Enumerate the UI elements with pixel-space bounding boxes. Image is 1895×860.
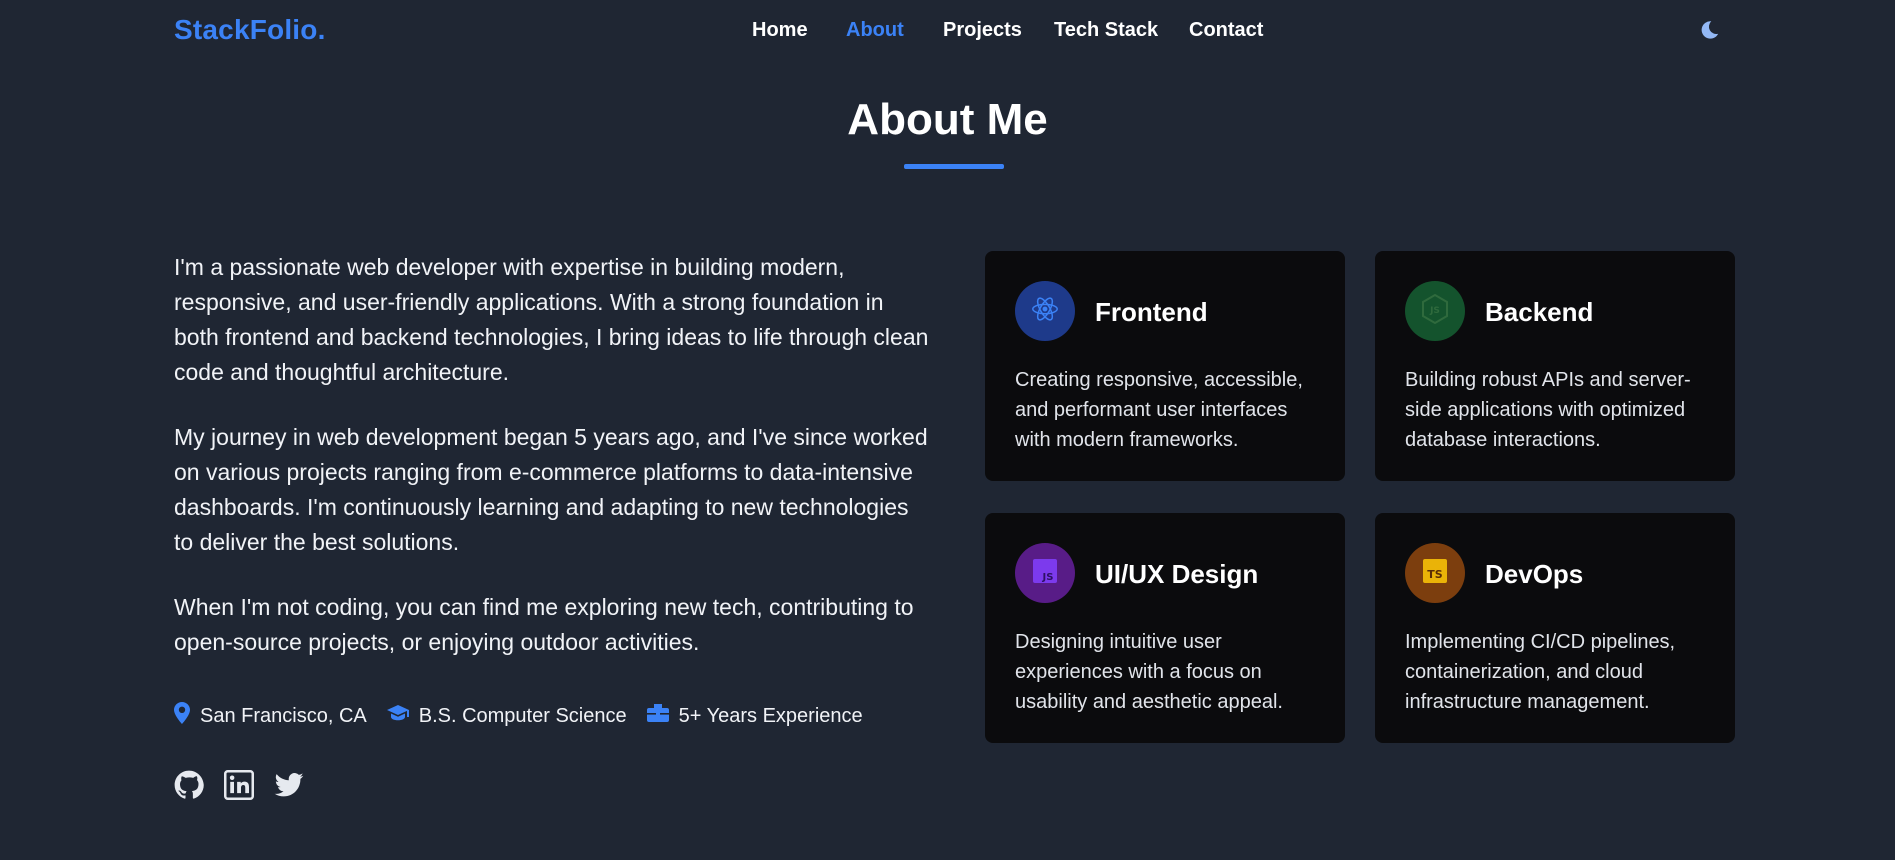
twitter-icon[interactable] <box>274 770 304 800</box>
card-description: Implementing CI/CD pipelines, containeri… <box>1405 631 1676 713</box>
about-paragraph: When I'm not coding, you can find me exp… <box>174 594 914 655</box>
nav-about[interactable]: About <box>846 19 904 42</box>
nav-tech-stack[interactable]: Tech Stack <box>1054 19 1158 42</box>
navbar: StackFolio. Home About Projects Tech Sta… <box>0 0 1895 62</box>
github-icon[interactable] <box>174 770 204 800</box>
meta-info: San Francisco, CA B.S. Computer Science … <box>174 702 883 730</box>
ts-icon: TS <box>1423 558 1447 588</box>
section-title: About Me <box>847 95 1048 144</box>
svg-text:TS: TS <box>1427 568 1443 581</box>
skill-card-backend: JS Backend Building robust APIs and serv… <box>1375 251 1735 481</box>
meta-experience: 5+ Years Experience <box>646 703 863 729</box>
graduation-cap-icon <box>386 704 419 728</box>
nav-home[interactable]: Home <box>752 19 808 42</box>
skill-card-uiux: JS UI/UX Design Designing intuitive user… <box>985 513 1345 743</box>
nav-menu: Home About Projects Tech Stack Contact <box>0 19 1895 49</box>
card-icon-circle <box>1015 281 1075 341</box>
nav-projects[interactable]: Projects <box>943 19 1022 42</box>
card-icon-circle: TS <box>1405 543 1465 603</box>
briefcase-icon <box>646 703 679 729</box>
location-pin-icon <box>174 702 200 730</box>
meta-education: B.S. Computer Science <box>386 704 627 728</box>
title-underline <box>904 164 1004 169</box>
svg-text:JS: JS <box>1042 572 1054 583</box>
about-paragraph: My journey in web development began 5 ye… <box>174 424 928 555</box>
meta-text: 5+ Years Experience <box>678 704 863 727</box>
skill-card-devops: TS DevOps Implementing CI/CD pipelines, … <box>1375 513 1735 743</box>
card-description: Designing intuitive user experiences wit… <box>1015 631 1283 713</box>
linkedin-icon[interactable] <box>224 770 254 800</box>
skill-card-frontend: Frontend Creating responsive, accessible… <box>985 251 1345 481</box>
react-icon <box>1030 294 1060 329</box>
card-icon-circle: JS <box>1015 543 1075 603</box>
js-icon: JS <box>1033 558 1057 588</box>
meta-text: San Francisco, CA <box>200 704 367 727</box>
card-title: UI/UX Design <box>1095 559 1259 589</box>
svg-text:JS: JS <box>1429 306 1440 316</box>
card-title: Frontend <box>1095 297 1208 327</box>
about-text: I'm a passionate web developer with expe… <box>174 250 934 690</box>
nav-contact[interactable]: Contact <box>1189 19 1263 42</box>
about-paragraph: I'm a passionate web developer with expe… <box>174 254 929 385</box>
card-icon-circle: JS <box>1405 281 1465 341</box>
card-title: DevOps <box>1485 559 1584 589</box>
meta-location: San Francisco, CA <box>174 702 367 730</box>
meta-text: B.S. Computer Science <box>418 704 627 727</box>
nodejs-icon: JS <box>1421 293 1449 329</box>
social-links <box>174 770 304 800</box>
card-description: Creating responsive, accessible, and per… <box>1015 369 1303 451</box>
card-description: Building robust APIs and server-side app… <box>1405 369 1691 451</box>
moon-icon[interactable] <box>1698 18 1720 42</box>
card-title: Backend <box>1485 297 1594 327</box>
